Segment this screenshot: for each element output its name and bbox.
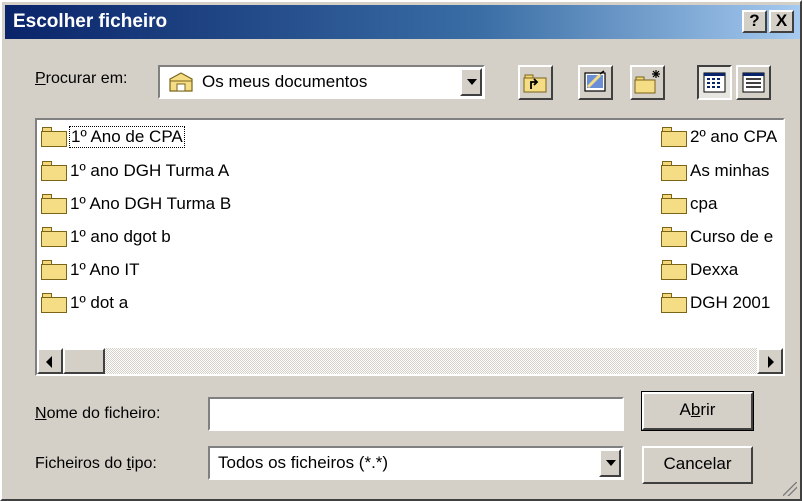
close-button[interactable]: X: [769, 10, 794, 33]
details-view-button[interactable]: [736, 65, 771, 100]
file-type-value: Todos os ficheiros (*.*): [218, 453, 389, 472]
look-in-dropdown-button[interactable]: [460, 68, 482, 96]
list-item-label: cpa: [690, 194, 718, 213]
desktop-button[interactable]: [578, 65, 613, 100]
folder-icon: [661, 293, 687, 313]
list-item-label: 1º dot a: [70, 293, 129, 312]
list-item-label: 1º Ano de CPA: [69, 126, 185, 148]
folder-icon: [41, 194, 67, 214]
list-item-label: 2º ano CPA: [690, 127, 778, 146]
list-item-label: As minhas: [690, 161, 770, 180]
desktop-icon: [584, 70, 606, 92]
file-type-combobox[interactable]: Todos os ficheiros (*.*): [208, 446, 624, 480]
scroll-left-button[interactable]: [37, 348, 63, 374]
resize-grip[interactable]: [783, 482, 797, 496]
open-button[interactable]: Abrir: [641, 391, 754, 431]
cancel-button[interactable]: Cancelar: [642, 446, 753, 484]
arrow-left-icon: [46, 356, 52, 368]
my-documents-icon: [168, 71, 194, 93]
list-item-label: DGH 2001: [690, 293, 771, 312]
list-view-button[interactable]: [697, 65, 732, 100]
folder-icon: [41, 293, 67, 313]
up-one-level-button[interactable]: [518, 65, 553, 100]
file-name-label: Nome do ficheiro:: [35, 405, 161, 422]
new-folder-icon: [634, 70, 660, 94]
list-item-label: Dexxa: [690, 260, 739, 279]
details-view-icon: [742, 72, 765, 93]
chevron-down-icon: [467, 79, 477, 85]
file-type-label: Ficheiros do tipo:: [35, 455, 157, 472]
scrollbar-thumb[interactable]: [63, 348, 105, 374]
folder-icon: [41, 260, 67, 280]
folder-icon: [41, 227, 67, 247]
folder-icon: [41, 161, 67, 181]
list-item-label: 1º Ano DGH Turma B: [70, 194, 232, 213]
list-view-icon: [703, 72, 726, 93]
list-item-label: 1º ano DGH Turma A: [70, 161, 230, 180]
file-list[interactable]: 1º Ano de CPA 1º ano DGH Turma A 1º Ano …: [35, 118, 785, 376]
list-item-label: 1º ano dgot b: [70, 227, 171, 246]
file-type-dropdown-button[interactable]: [599, 449, 621, 477]
list-item-label: 1º Ano IT: [70, 260, 140, 279]
arrow-right-icon: [768, 356, 774, 368]
folder-icon: [661, 161, 687, 181]
look-in-label: Procurar em:: [35, 70, 128, 87]
folder-icon: [661, 260, 687, 280]
folder-icon: [41, 127, 67, 147]
file-name-input[interactable]: [208, 397, 624, 431]
chevron-down-icon: [606, 460, 616, 466]
up-folder-icon: [523, 74, 547, 93]
new-folder-button[interactable]: [630, 65, 665, 100]
folder-icon: [661, 127, 687, 147]
title-bar[interactable]: Escolher ficheiro ? X: [5, 5, 800, 39]
scroll-right-button[interactable]: [757, 348, 783, 374]
look-in-combobox[interactable]: Os meus documentos: [158, 65, 485, 99]
folder-icon: [661, 227, 687, 247]
folder-icon: [661, 194, 687, 214]
open-file-dialog: Escolher ficheiro ? X Procurar em: Os me…: [0, 0, 802, 501]
dialog-title: Escolher ficheiro: [13, 11, 168, 32]
look-in-value: Os meus documentos: [202, 72, 368, 91]
horizontal-scrollbar[interactable]: [37, 348, 783, 374]
help-button[interactable]: ?: [742, 10, 767, 33]
list-item-label: Curso de e: [690, 227, 774, 246]
